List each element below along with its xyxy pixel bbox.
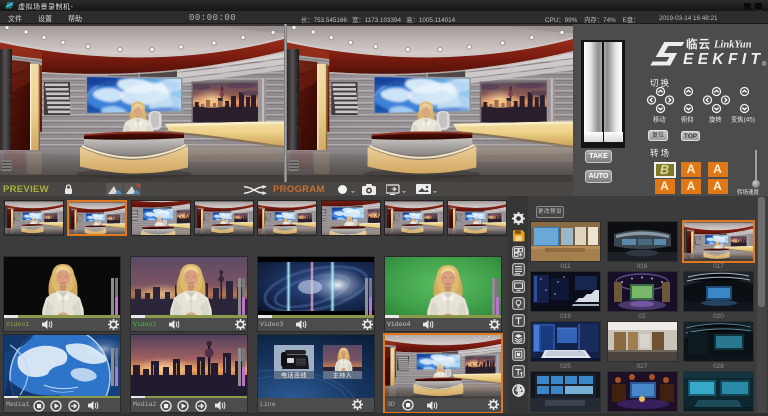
svg-text:旋转: 旋转 (709, 115, 722, 124)
svg-text:EEKFIT: EEKFIT (683, 51, 762, 68)
svg-text:电话连线: 电话连线 (281, 372, 307, 380)
svg-text:俯仰: 俯仰 (681, 115, 694, 124)
svg-text:变焦(45): 变焦(45) (731, 115, 755, 124)
svg-text:临云: 临云 (686, 37, 711, 51)
svg-text:移动: 移动 (653, 115, 666, 124)
svg-text:主持人: 主持人 (333, 372, 353, 380)
svg-text:®: ® (762, 61, 767, 68)
svg-text:LinkYun: LinkYun (713, 40, 752, 51)
